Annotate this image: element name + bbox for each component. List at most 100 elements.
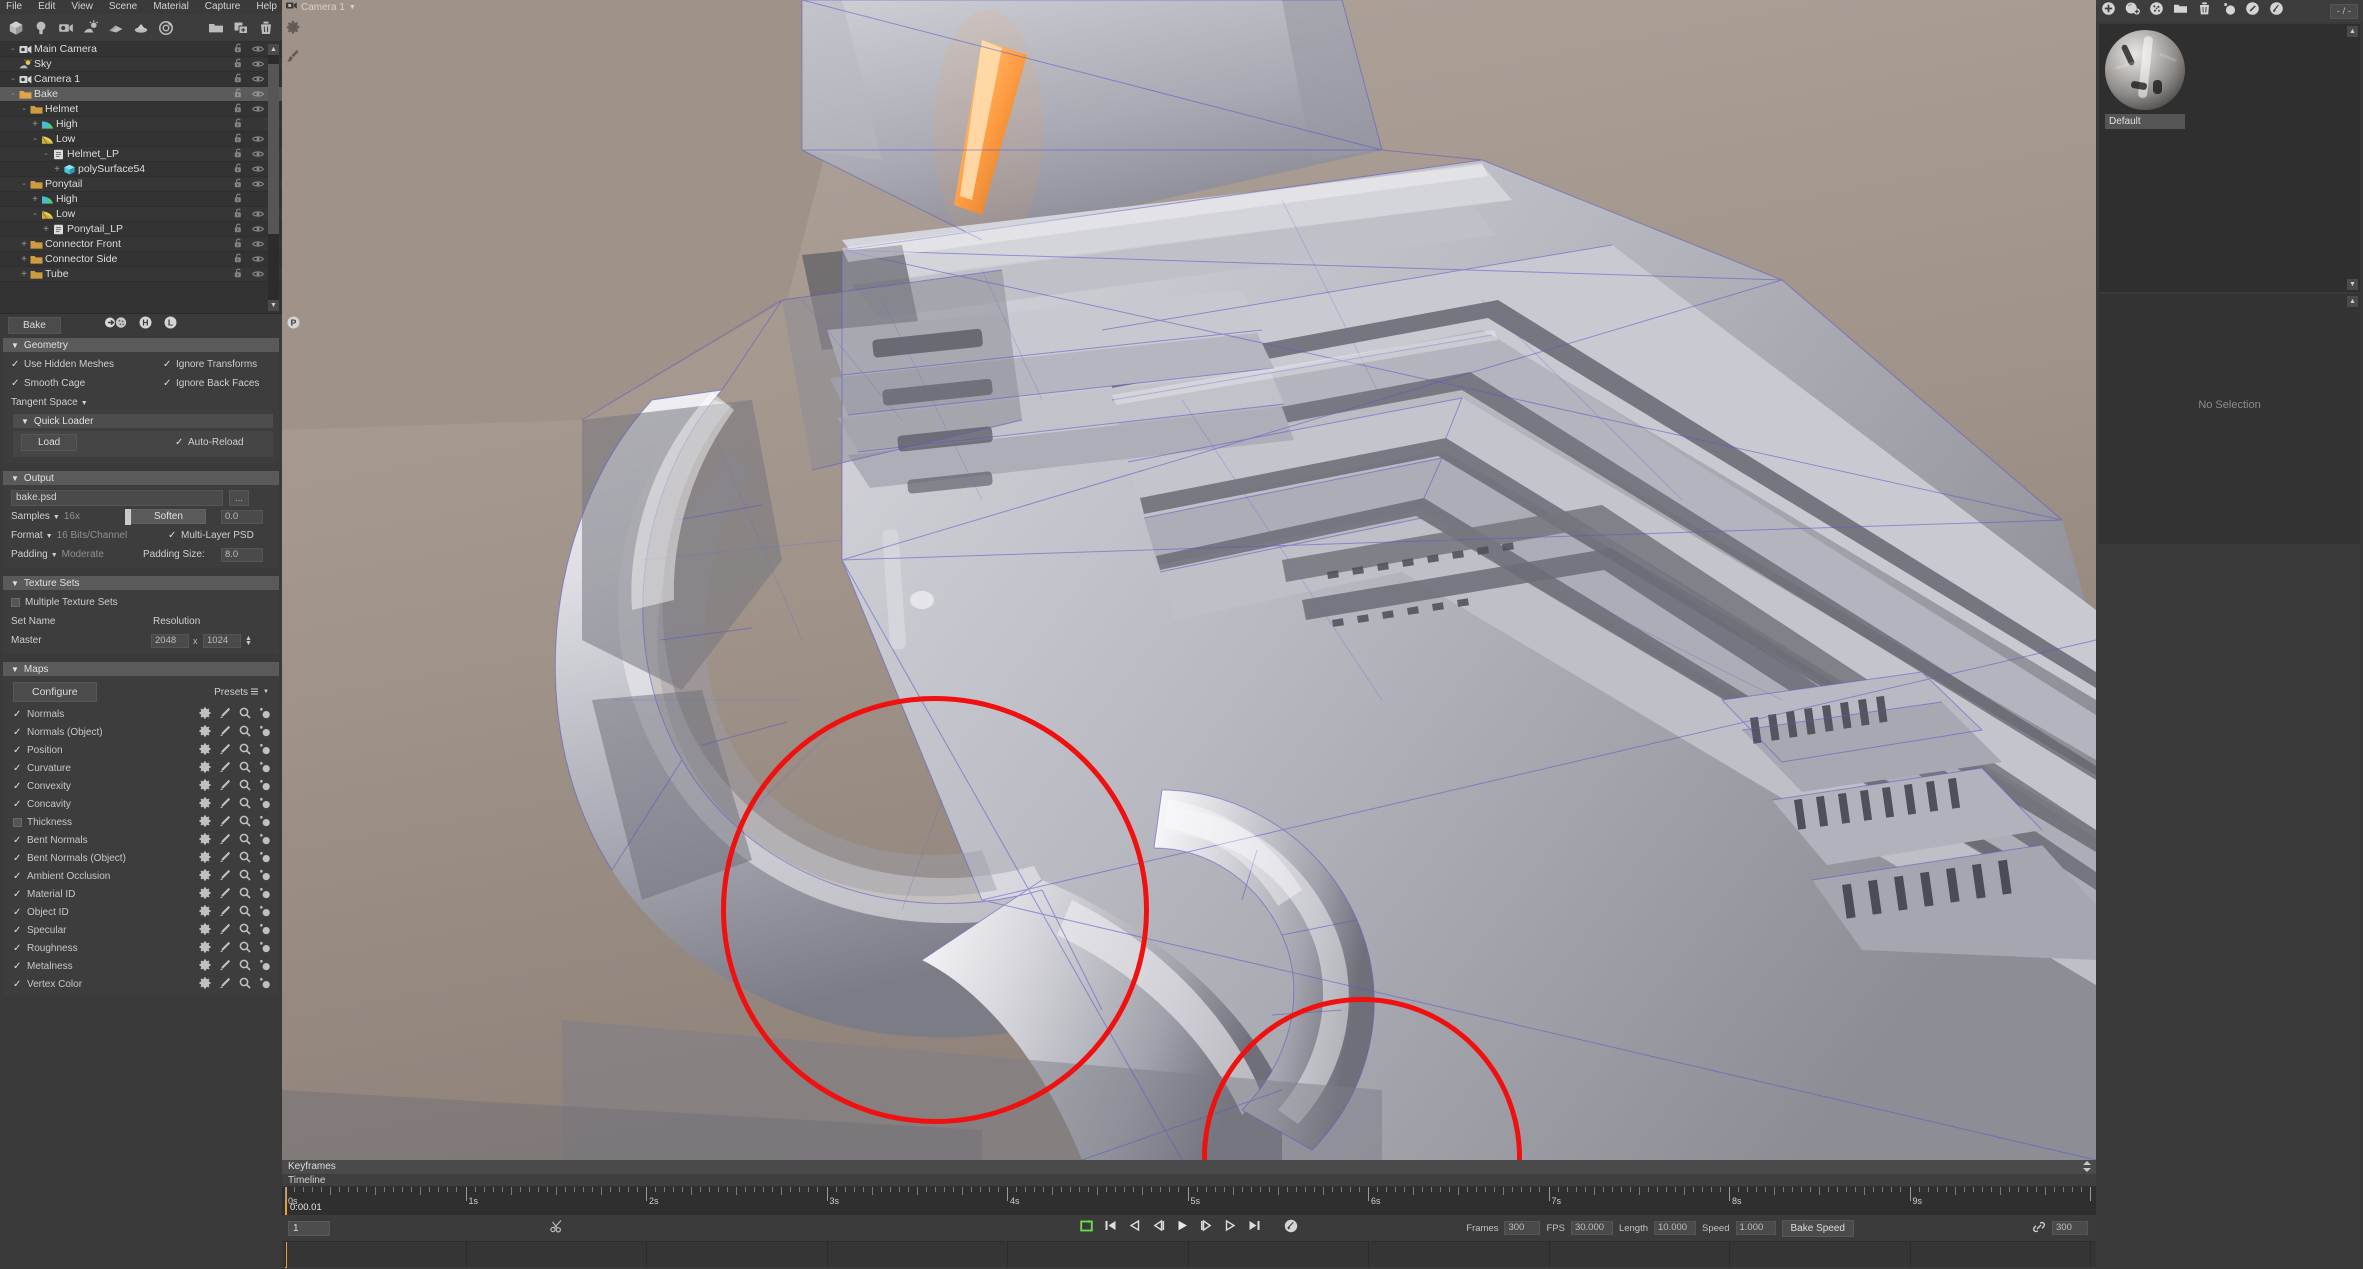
checkbox-multiple-texture-sets[interactable]: Multiple Texture Sets [11, 597, 118, 608]
material-page-indicator[interactable]: - / - [2329, 3, 2358, 19]
eyedropper-icon[interactable] [259, 887, 271, 902]
import-material-folder-icon[interactable] [2173, 1, 2188, 21]
scene-tree-row[interactable]: Sky [0, 57, 282, 72]
pencil-icon[interactable] [219, 779, 231, 794]
pencil-icon[interactable] [219, 725, 231, 740]
step-back-button[interactable] [1152, 1219, 1165, 1237]
lock-icon[interactable] [234, 118, 243, 131]
maps-configure-button[interactable]: Configure [13, 682, 97, 702]
loop-toggle-button[interactable] [1080, 1219, 1093, 1237]
record-keyframe-button[interactable] [1284, 1219, 1298, 1238]
gear-icon[interactable] [199, 814, 211, 830]
map-row[interactable]: ✓ Object ID [3, 903, 279, 921]
add-mesh-icon[interactable] [6, 17, 25, 39]
tree-expander-icon[interactable]: + [19, 239, 29, 250]
checkbox-use-hidden-meshes[interactable]: ✓ Use Hidden Meshes [11, 359, 114, 370]
menu-item-capture[interactable]: Capture [205, 0, 241, 14]
map-row[interactable]: ✓ Normals (Object) [3, 723, 279, 741]
link-frames-field[interactable]: 300 [2052, 1221, 2088, 1235]
pencil-icon[interactable] [219, 959, 231, 974]
viewport-3d[interactable]: Camera 1 ▼ [282, 0, 2096, 1160]
pencil-icon[interactable] [219, 923, 231, 938]
section-maps-header[interactable]: ▼ Maps [3, 662, 279, 676]
magnifier-icon[interactable] [239, 959, 251, 974]
scene-tree-row[interactable]: - Low [0, 132, 282, 147]
assign-material-icon[interactable] [2245, 1, 2260, 21]
pencil-icon[interactable] [219, 761, 231, 776]
tangent-space-dropdown[interactable]: Tangent Space ▼ [11, 397, 88, 408]
map-checkbox[interactable]: ✓ Roughness [13, 943, 78, 954]
scene-tree-row[interactable]: + High [0, 117, 282, 132]
section-quick-loader-header[interactable]: ▼ Quick Loader [13, 414, 273, 428]
lock-icon[interactable] [234, 268, 243, 281]
pencil-icon[interactable] [219, 941, 231, 956]
map-row[interactable]: ✓ Vertex Color [3, 975, 279, 993]
tree-expander-icon[interactable]: - [41, 149, 51, 160]
scene-tree-row[interactable]: + Tube [0, 267, 282, 282]
low-poly-toggle-icon[interactable]: L [164, 316, 177, 334]
gear-icon[interactable] [199, 886, 211, 902]
section-output-header[interactable]: ▼ Output [3, 471, 279, 485]
magnifier-icon[interactable] [239, 743, 251, 758]
eyedropper-icon[interactable] [259, 725, 271, 740]
map-row[interactable]: ✓ Roughness [3, 939, 279, 957]
visibility-eye-icon[interactable] [251, 104, 265, 116]
texture-height-field[interactable]: 1024 [203, 633, 241, 648]
map-row[interactable]: ✓ Convexity [3, 777, 279, 795]
pencil-icon[interactable] [219, 797, 231, 812]
map-row[interactable]: ✓ Bent Normals (Object) [3, 849, 279, 867]
map-checkbox[interactable]: Thickness [13, 817, 72, 828]
pencil-icon[interactable] [219, 977, 231, 992]
current-frame-field[interactable]: 1 [288, 1220, 330, 1236]
lock-icon[interactable] [234, 238, 243, 251]
gear-icon[interactable] [199, 940, 211, 956]
viewport-settings-gear-icon[interactable] [286, 20, 300, 39]
timeline-resize-arrows[interactable] [2082, 1161, 2092, 1172]
visibility-eye-icon[interactable] [251, 59, 265, 71]
pencil-icon[interactable] [219, 851, 231, 866]
pick-material-icon[interactable] [2221, 1, 2236, 21]
scrollbar-up-arrow[interactable]: ▲ [2347, 26, 2358, 37]
visibility-eye-icon[interactable] [251, 209, 265, 221]
quick-loader-load-button[interactable]: Load [21, 434, 78, 451]
eyedropper-icon[interactable] [259, 833, 271, 848]
texture-width-field[interactable]: 2048 [151, 633, 189, 648]
checkbox-multi-layer-psd[interactable]: ✓ Multi-Layer PSD [168, 530, 254, 541]
add-material-icon[interactable] [2101, 1, 2116, 21]
gear-icon[interactable] [199, 724, 211, 740]
gear-icon[interactable] [199, 706, 211, 722]
eyedropper-icon[interactable] [259, 779, 271, 794]
lock-icon[interactable] [234, 88, 243, 101]
lock-icon[interactable] [234, 193, 243, 206]
checkbox-ignore-back-faces[interactable]: ✓ Ignore Back Faces [163, 378, 259, 389]
eyedropper-icon[interactable] [259, 761, 271, 776]
visibility-eye-icon[interactable] [251, 134, 265, 146]
step-forward-button[interactable] [1200, 1219, 1213, 1237]
properties-scrollbar[interactable]: ▲ [2347, 296, 2358, 542]
eyedropper-icon[interactable] [259, 977, 271, 992]
pencil-icon[interactable] [219, 815, 231, 830]
go-to-start-button[interactable] [1104, 1219, 1117, 1237]
lock-icon[interactable] [234, 223, 243, 236]
gear-icon[interactable] [199, 868, 211, 884]
bake-speed-button[interactable]: Bake Speed [1781, 1219, 1854, 1237]
pencil-icon[interactable] [219, 833, 231, 848]
lock-icon[interactable] [234, 73, 243, 86]
scene-tree-row[interactable]: + High [0, 192, 282, 207]
visibility-eye-icon[interactable] [251, 74, 265, 86]
clear-material-icon[interactable] [2149, 1, 2164, 21]
samples-dropdown[interactable]: Samples ▼ [11, 511, 60, 522]
eyedropper-icon[interactable] [259, 707, 271, 722]
gear-icon[interactable] [199, 850, 211, 866]
tree-expander-icon[interactable]: - [8, 44, 18, 55]
padding-dropdown[interactable]: Padding ▼ [11, 549, 58, 560]
tree-expander-icon[interactable]: + [30, 119, 40, 130]
material-list-scrollbar[interactable]: ▲ ▼ [2347, 26, 2358, 290]
gear-icon[interactable] [199, 832, 211, 848]
gear-icon[interactable] [199, 976, 211, 992]
link-frames-icon[interactable] [2032, 1220, 2046, 1237]
pencil-icon[interactable] [219, 905, 231, 920]
gear-icon[interactable] [199, 958, 211, 974]
scrollbar-up-arrow[interactable]: ▲ [268, 44, 279, 55]
length-field[interactable]: 10.000 [1654, 1221, 1697, 1235]
